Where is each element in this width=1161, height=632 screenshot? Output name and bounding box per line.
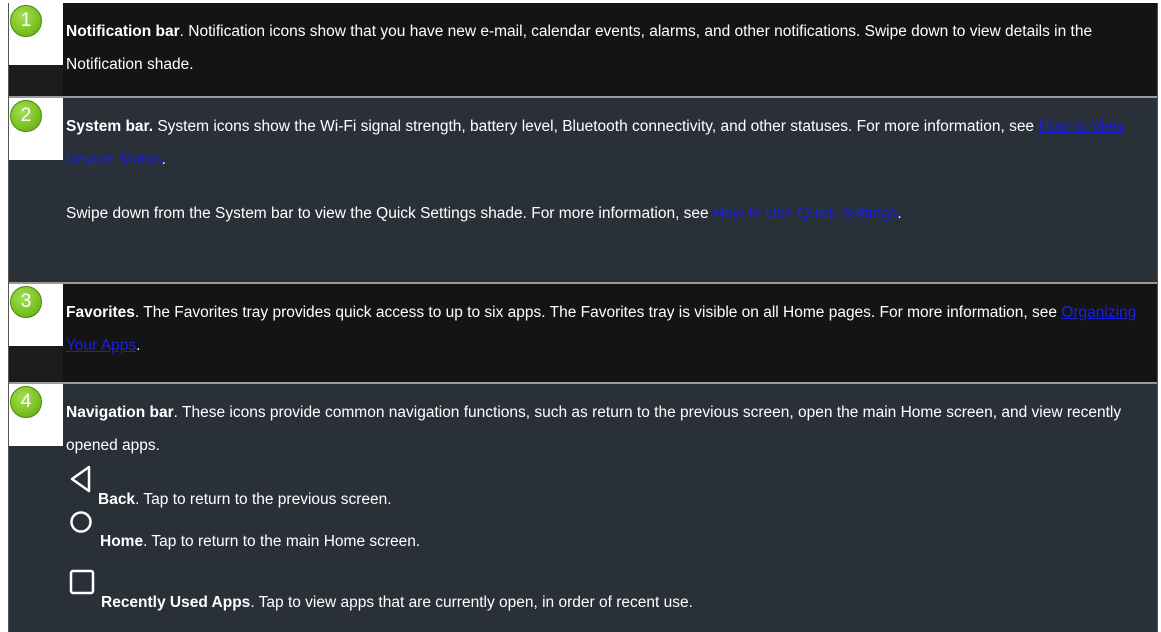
number-badge: 4 [10, 386, 42, 418]
row-text: . The Favorites tray provides quick acce… [134, 304, 1062, 321]
recents-icon [69, 569, 95, 595]
row-title: Navigation bar [66, 404, 174, 421]
quick-settings-link[interactable]: How to Use Quick Settings [713, 205, 897, 222]
row-text: . These icons provide common navigation … [66, 404, 1122, 454]
row-description: Favorites. The Favorites tray provides q… [66, 304, 1137, 354]
row-text: . Notification icons show that you have … [66, 23, 1093, 73]
nav-item-text: . Tap to return to the main Home screen. [143, 533, 421, 550]
row-description: Navigation bar. These icons provide comm… [66, 396, 1153, 462]
nav-item-title: Back [98, 491, 136, 508]
feature-table: 1 Notification bar. Notification icons s… [8, 3, 1158, 632]
nav-item-title: Home [100, 533, 144, 550]
number-badge: 3 [10, 286, 42, 318]
row-number-cell: 2 [9, 98, 63, 282]
table-row-system-bar: 2 System bar. System icons show the Wi-F… [9, 98, 1157, 282]
row-number-cell: 4 [9, 384, 63, 632]
row-number-cell: 1 [9, 3, 63, 96]
home-icon [70, 511, 92, 533]
number-badge: 1 [10, 5, 42, 37]
nav-item-text: . Tap to return to the previous screen. [135, 491, 392, 508]
number-badge: 2 [10, 100, 42, 132]
table-row-favorites: 3 Favorites. The Favorites tray provides… [9, 284, 1157, 382]
row-number-cell: 3 [9, 284, 63, 382]
nav-item-title: Recently Used Apps [101, 594, 251, 611]
row-description: System bar. System icons show the Wi-Fi … [66, 118, 1125, 168]
row-text: Swipe down from the System bar to view t… [66, 205, 713, 222]
table-row-notification-bar: 1 Notification bar. Notification icons s… [9, 3, 1157, 96]
row-text: System icons show the Wi-Fi signal stren… [153, 118, 1039, 135]
nav-item-text: . Tap to view apps that are currently op… [250, 594, 693, 611]
row-description: Notification bar. Notification icons sho… [66, 15, 1153, 81]
row-title: Notification bar [66, 23, 180, 40]
table-row-navigation-bar: 4 Navigation bar. These icons provide co… [9, 384, 1157, 632]
row-description-2: Swipe down from the System bar to view t… [66, 205, 902, 222]
back-icon [70, 465, 91, 493]
row-title: Favorites [66, 304, 135, 321]
row-title: System bar. [66, 118, 154, 135]
